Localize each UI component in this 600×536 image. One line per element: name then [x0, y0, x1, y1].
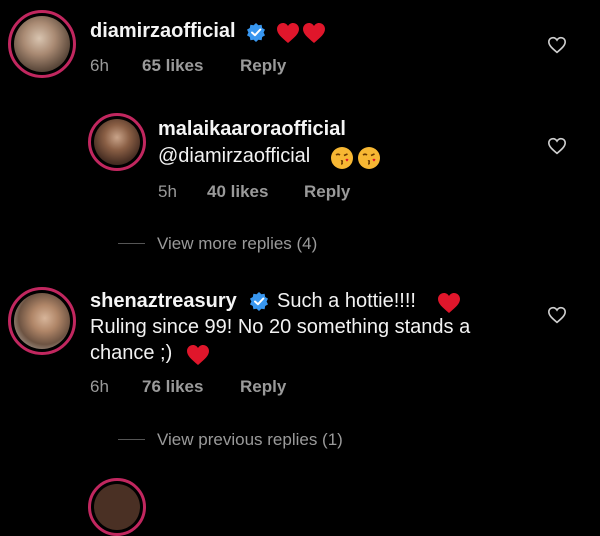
avatar-image: [94, 119, 140, 165]
like-heart-icon[interactable]: [547, 137, 567, 160]
avatar-shenaztreasury[interactable]: [8, 287, 76, 355]
verified-badge-icon: [246, 22, 266, 47]
comment-username[interactable]: malaikaaroraofficial: [158, 118, 346, 141]
red-heart-icon: [437, 292, 461, 319]
avatar-image: [14, 16, 70, 72]
red-heart-icon: [186, 344, 210, 371]
avatar-image: [14, 293, 70, 349]
verified-badge-icon: [249, 291, 269, 316]
mention-link[interactable]: @diamirzaofficial: [158, 145, 310, 167]
view-previous-replies-button[interactable]: View previous replies (1): [157, 430, 343, 450]
red-heart-icon: [302, 22, 326, 49]
comment-text: @diamirzaofficial: [158, 145, 310, 168]
avatar-image: [94, 484, 140, 530]
comment-username[interactable]: shenaztreasury: [90, 290, 237, 313]
comment-text: Such a hottie!!!!: [277, 290, 416, 312]
comment-time: 6h: [90, 377, 109, 396]
comment-username[interactable]: diamirzaofficial: [90, 20, 236, 43]
like-heart-icon[interactable]: [547, 36, 567, 59]
kissing-face-icon: [330, 146, 354, 175]
replies-divider: [118, 243, 145, 244]
reply-button[interactable]: Reply: [240, 377, 286, 397]
likes-count[interactable]: 76 likes: [142, 377, 203, 397]
view-more-replies-button[interactable]: View more replies (4): [157, 234, 317, 254]
avatar-diamirzaofficial[interactable]: [8, 10, 76, 78]
avatar-malaikaaroraofficial[interactable]: [88, 113, 146, 171]
likes-count[interactable]: 40 likes: [207, 182, 268, 202]
reply-button[interactable]: Reply: [240, 56, 286, 76]
reply-button[interactable]: Reply: [304, 182, 350, 202]
comment-meta: 6h: [90, 56, 109, 76]
comment-text-line: Ruling since 99! No 20 something stands …: [90, 316, 471, 338]
kissing-face-icon: [357, 146, 381, 175]
replies-divider: [118, 439, 145, 440]
red-heart-icon: [276, 22, 300, 49]
comment-text-line: chance ;): [90, 342, 173, 364]
like-heart-icon[interactable]: [547, 306, 567, 329]
likes-count[interactable]: 65 likes: [142, 56, 203, 76]
comment-time: 6h: [90, 56, 109, 75]
comment-time: 5h: [158, 182, 177, 201]
